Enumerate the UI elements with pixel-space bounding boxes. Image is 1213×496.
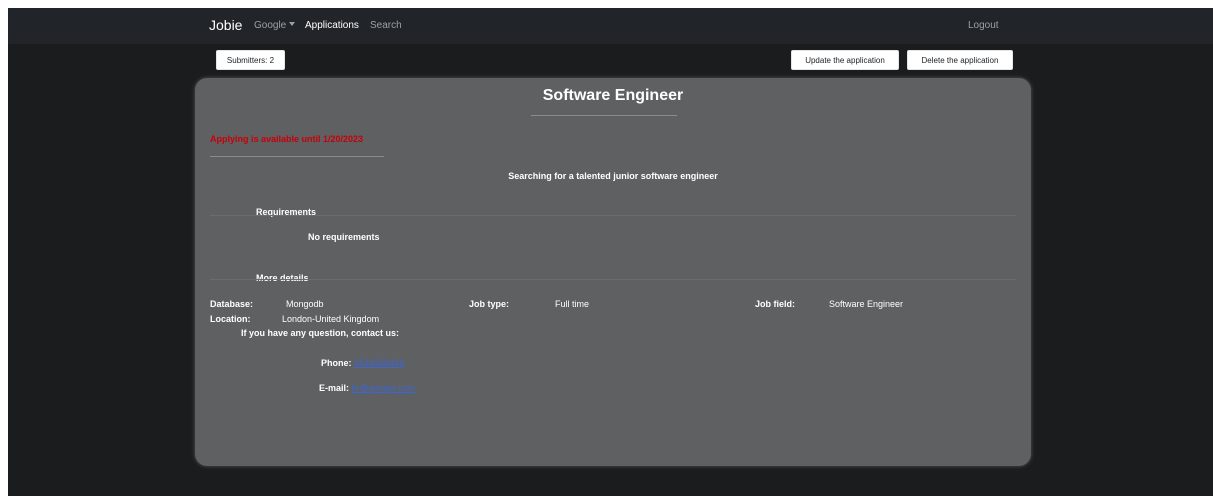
job-type-value: Full time — [555, 299, 590, 309]
job-summary: Searching for a talented junior software… — [508, 171, 718, 181]
brand-logo[interactable]: Jobie — [209, 17, 242, 33]
job-card: Software Engineer Applying is available … — [195, 78, 1031, 466]
phone-label: Phone: — [321, 358, 352, 368]
caret-down-icon — [289, 22, 296, 26]
phone-link[interactable]: 0546458456 — [354, 358, 404, 368]
top-navbar: Jobie Google Applications Search Logout — [8, 8, 1213, 44]
deadline-divider — [210, 156, 384, 157]
app-window: Jobie Google Applications Search Logout … — [8, 8, 1213, 496]
logout-link[interactable]: Logout — [968, 20, 999, 31]
details-divider — [210, 279, 1016, 280]
title-divider — [531, 115, 677, 116]
job-field-label: Job field: — [755, 299, 795, 309]
email-line: E-mail: hr@google.com — [319, 383, 415, 393]
job-type-label: Job type: — [469, 299, 510, 309]
deadline-notice: Applying is available until 1/20/2023 — [210, 134, 364, 144]
job-field-value: Software Engineer — [829, 299, 904, 309]
email-link[interactable]: hr@google.com — [352, 383, 416, 393]
submitters-button[interactable]: Submitters: 2 — [216, 50, 285, 70]
contact-heading: If you have any question, contact us: — [241, 328, 400, 338]
location-label: Location: — [210, 314, 251, 324]
requirements-text: No requirements — [308, 232, 380, 242]
database-value: Mongodb — [286, 299, 324, 309]
nav-applications[interactable]: Applications — [305, 20, 359, 31]
details-heading: More details — [256, 273, 309, 283]
update-application-button[interactable]: Update the application — [791, 50, 899, 70]
job-title: Software Engineer — [542, 87, 684, 104]
phone-line: Phone: 0546458456 — [321, 358, 404, 368]
email-label: E-mail: — [319, 383, 350, 393]
company-dropdown-label: Google — [254, 20, 287, 31]
nav-search[interactable]: Search — [370, 20, 402, 31]
delete-application-button[interactable]: Delete the application — [907, 50, 1013, 70]
database-label: Database: — [210, 299, 254, 309]
location-value: London-United Kingdom — [282, 314, 380, 324]
company-dropdown[interactable]: Google — [254, 20, 296, 31]
requirements-divider — [210, 215, 1016, 216]
